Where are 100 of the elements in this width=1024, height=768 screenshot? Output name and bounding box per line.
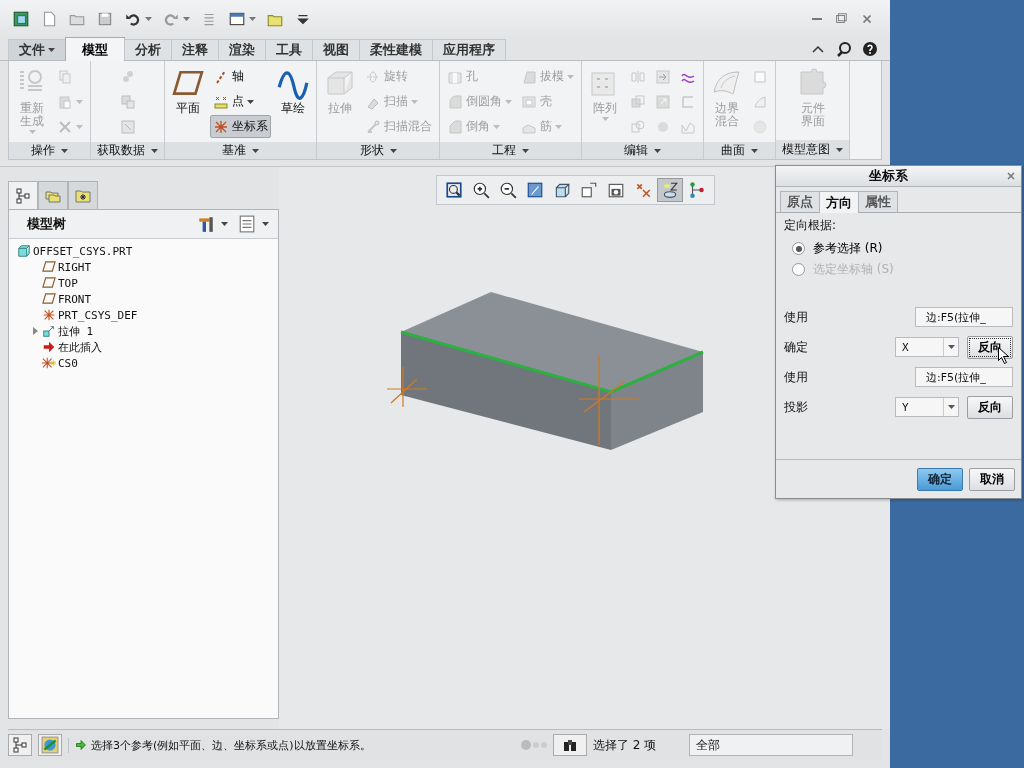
tree-item[interactable]: RIGHT xyxy=(58,260,92,274)
plane-icon xyxy=(42,260,56,274)
dialog-tab[interactable]: 原点 xyxy=(780,191,820,212)
reference-field[interactable]: 边:F5(拉伸_ xyxy=(915,367,1013,387)
intersect-icon xyxy=(630,118,646,135)
caret-icon xyxy=(947,345,955,349)
help-button[interactable] xyxy=(862,41,878,57)
cancel-button[interactable]: 取消 xyxy=(969,467,1015,491)
close-icon xyxy=(860,12,874,26)
ribbon-tab[interactable]: 应用程序 xyxy=(432,39,506,60)
part-icon xyxy=(17,244,31,258)
sweep-blend-icon xyxy=(365,118,381,135)
shrinkwrap-icon xyxy=(119,118,136,135)
dialog-title: 坐标系 xyxy=(868,167,909,185)
caret-icon xyxy=(505,99,512,104)
file-menu[interactable]: 文件 xyxy=(8,39,66,60)
tree-item[interactable]: PRT_CSYS_DEF xyxy=(58,308,138,322)
tree-item[interactable]: 拉伸 1 xyxy=(58,323,94,339)
group-menu[interactable]: 获取数据 xyxy=(91,142,164,159)
axis-dropdown[interactable]: Y xyxy=(895,397,959,417)
plane-command[interactable]: 平面 xyxy=(169,65,207,118)
named-view-icon xyxy=(580,181,598,199)
revolve-icon xyxy=(365,68,381,85)
filter-dropdown[interactable]: 全部 xyxy=(689,734,853,756)
round-icon xyxy=(447,93,463,110)
find-button[interactable] xyxy=(553,734,587,756)
row-label: 使用 xyxy=(784,368,809,386)
caret-icon xyxy=(151,148,158,153)
ok-button[interactable]: 确定 xyxy=(917,467,963,491)
tree-item[interactable]: OFFSET_CSYS.PRT xyxy=(33,244,133,258)
selection-count: 选择了 2 项 xyxy=(593,736,658,754)
caret-icon xyxy=(252,148,259,153)
caret-icon xyxy=(76,124,83,129)
caret-icon xyxy=(836,147,843,152)
app-icon xyxy=(12,10,30,28)
model-tree-button[interactable] xyxy=(8,734,32,756)
flip-button[interactable]: 反向 xyxy=(967,395,1013,419)
group-menu[interactable]: 操作 xyxy=(9,142,90,159)
group-menu[interactable]: 曲面 xyxy=(704,142,775,159)
tree-item[interactable]: CS0 xyxy=(58,356,78,370)
dialog-tab[interactable]: 方向 xyxy=(819,191,859,213)
group-menu[interactable]: 工程 xyxy=(440,142,581,159)
dialog-tab[interactable]: 属性 xyxy=(858,191,898,212)
copy-icon xyxy=(57,68,73,85)
group-menu[interactable]: 基准 xyxy=(165,142,316,159)
busy-indicator xyxy=(521,740,547,750)
star-folder-icon xyxy=(75,187,91,204)
sketch-command[interactable]: 草绘 xyxy=(274,65,312,118)
orientation-label: 定向根据: xyxy=(784,217,838,234)
ribbon-tab[interactable]: 模型 xyxy=(65,37,125,61)
radio-option[interactable]: 参考选择 (R) xyxy=(784,238,891,259)
caret-icon xyxy=(947,405,955,409)
shell-icon xyxy=(521,93,537,110)
tree-item[interactable]: TOP xyxy=(58,276,78,290)
tree-item[interactable]: FRONT xyxy=(58,292,92,306)
caret-icon xyxy=(654,148,661,153)
repaint-icon xyxy=(526,181,544,199)
binoculars-icon xyxy=(562,737,578,753)
caret-icon xyxy=(247,99,254,104)
globe-icon xyxy=(41,736,59,754)
csys-icon xyxy=(42,308,56,322)
navigator-tab[interactable] xyxy=(8,181,38,209)
axis-command[interactable]: 轴 xyxy=(210,65,271,88)
csys-command[interactable]: 坐标系 xyxy=(210,115,271,138)
cross-icon xyxy=(57,118,73,135)
group-menu[interactable]: 形状 xyxy=(317,142,439,159)
close-icon xyxy=(1005,170,1017,182)
ribbon-tab[interactable]: 工具 xyxy=(265,39,313,60)
caret-icon xyxy=(28,130,36,134)
caret-icon xyxy=(61,148,68,153)
caret-icon xyxy=(183,17,190,21)
ribbon-tab[interactable]: 渲染 xyxy=(218,39,266,60)
zoom-out-icon xyxy=(499,181,517,199)
ribbon-tab[interactable]: 柔性建模 xyxy=(359,39,433,60)
axis-dropdown[interactable]: X xyxy=(895,337,959,357)
draft-icon xyxy=(521,68,537,85)
ribbon-tab[interactable]: 分析 xyxy=(124,39,172,60)
navigator-tab[interactable] xyxy=(68,181,98,209)
browser-button[interactable] xyxy=(38,734,62,756)
bracket-icon xyxy=(680,93,696,110)
expand-arrow-icon[interactable] xyxy=(31,327,39,335)
csys-icon xyxy=(42,356,56,370)
tree-icon xyxy=(15,187,31,204)
arrow-icon xyxy=(42,340,56,354)
list-icon xyxy=(238,215,256,233)
group-menu[interactable]: 编辑 xyxy=(582,142,703,159)
search-button[interactable] xyxy=(836,41,852,57)
window-icon xyxy=(228,10,246,28)
shaded-cube-icon xyxy=(553,181,571,199)
reference-field[interactable]: 边:F5(拉伸_ xyxy=(915,307,1013,327)
eye-icon xyxy=(661,181,679,199)
tree-item[interactable]: 在此插入 xyxy=(58,339,102,355)
search-icon xyxy=(836,41,852,57)
row-label: 确定 xyxy=(784,338,809,356)
row-label: 投影 xyxy=(784,398,809,416)
eye-button[interactable] xyxy=(657,178,683,202)
caret-icon xyxy=(249,17,256,21)
group-menu[interactable]: 模型意图 xyxy=(776,140,849,159)
point-command[interactable]: 点 xyxy=(210,90,271,113)
minimize-icon xyxy=(812,18,822,20)
